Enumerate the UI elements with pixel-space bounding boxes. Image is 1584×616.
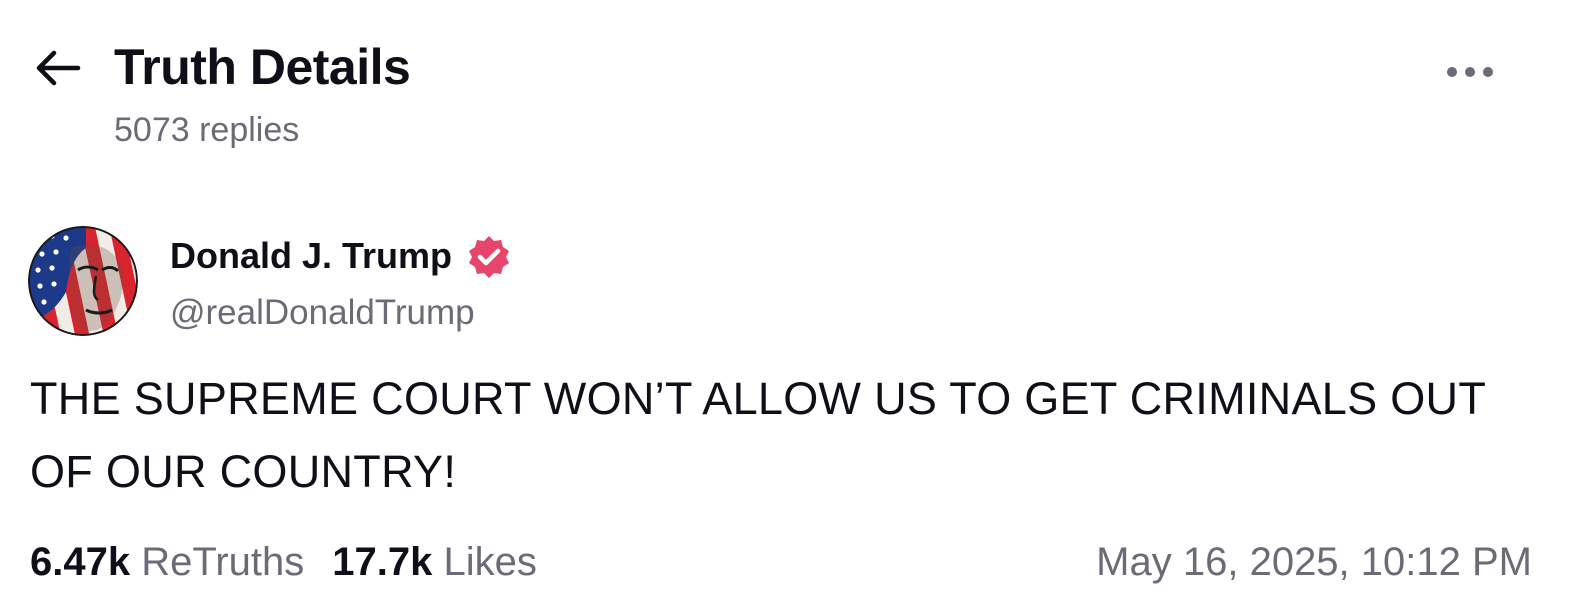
more-options-button[interactable] <box>1440 50 1504 94</box>
likes-stat[interactable]: 17.7k Likes <box>332 534 537 590</box>
retruths-label: ReTruths <box>141 540 305 584</box>
arrow-left-icon <box>36 50 81 86</box>
avatar[interactable] <box>28 226 138 336</box>
ellipsis-icon <box>1447 67 1493 77</box>
reply-count: 5073 replies <box>114 111 300 149</box>
author-handle[interactable]: @realDonaldTrump <box>170 290 475 336</box>
post-text: THE SUPREME COURT WON’T ALLOW US TO GET … <box>30 373 1486 497</box>
likes-count: 17.7k <box>332 540 433 584</box>
post-timestamp: May 16, 2025, 10:12 PM <box>1096 540 1532 584</box>
post-stats: 6.47k ReTruths 17.7k Likes <box>30 534 565 590</box>
author-name[interactable]: Donald J. Trump <box>170 232 452 280</box>
page-header: Truth Details 5073 replies <box>0 0 1584 170</box>
retruths-count: 6.47k <box>30 540 131 584</box>
verified-badge-icon <box>466 234 512 280</box>
retruths-stat[interactable]: 6.47k ReTruths <box>30 534 304 590</box>
page-title: Truth Details <box>114 39 411 95</box>
back-button[interactable] <box>30 40 86 96</box>
likes-label: Likes <box>443 540 537 584</box>
avatar-image <box>28 226 138 336</box>
